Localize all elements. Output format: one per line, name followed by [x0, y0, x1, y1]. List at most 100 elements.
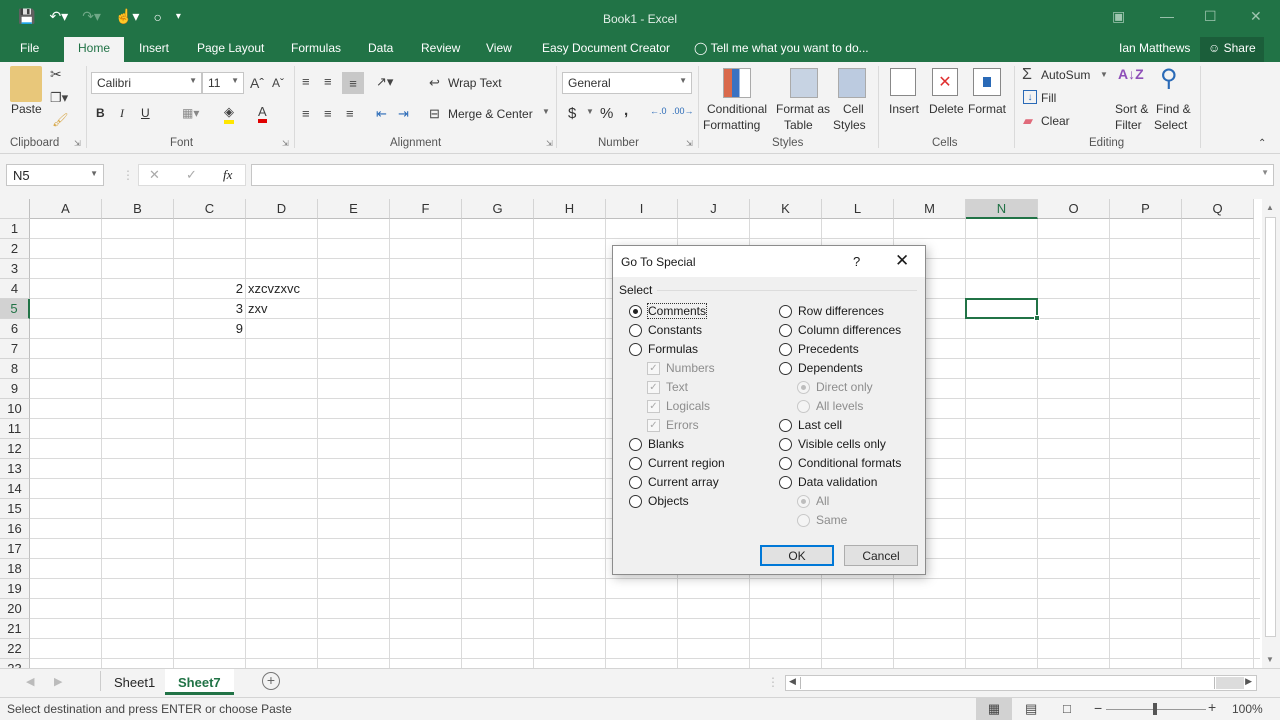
align-center-icon[interactable]: ≡	[324, 106, 332, 121]
radio-blanks[interactable]	[629, 438, 642, 451]
cell-d4[interactable]: xzcvzxvc	[248, 279, 300, 299]
tell-me-box[interactable]: ◯ Tell me what you want to do...	[694, 41, 869, 55]
font-launcher-icon[interactable]: ⇲	[282, 139, 289, 148]
alignment-launcher-icon[interactable]: ⇲	[546, 139, 553, 148]
option-label-blanks[interactable]: Blanks	[648, 437, 684, 451]
tab-home[interactable]: Home	[64, 37, 125, 62]
column-header-d[interactable]: D	[246, 199, 318, 219]
radio-row-differences[interactable]	[779, 305, 792, 318]
cancel-button[interactable]: Cancel	[844, 545, 918, 566]
scroll-right-icon[interactable]: ▶	[1245, 676, 1252, 687]
radio-column-differences[interactable]	[779, 324, 792, 337]
radio-last-cell[interactable]	[779, 419, 792, 432]
paste-button[interactable]: Paste	[11, 102, 42, 116]
column-header-j[interactable]: J	[678, 199, 750, 219]
cell-c5[interactable]: 3	[174, 299, 243, 319]
column-header-e[interactable]: E	[318, 199, 390, 219]
radio-precedents[interactable]	[779, 343, 792, 356]
cell-styles-line2[interactable]: Styles	[833, 118, 866, 132]
borders-icon[interactable]: ▦▾	[182, 106, 199, 120]
format-button[interactable]: Format	[968, 102, 1006, 116]
column-header-k[interactable]: K	[750, 199, 822, 219]
option-label-current-region[interactable]: Current region	[648, 456, 725, 470]
option-label-visible-cells-only[interactable]: Visible cells only	[798, 437, 886, 451]
column-header-f[interactable]: F	[390, 199, 462, 219]
sort-filter-line1[interactable]: Sort &	[1115, 102, 1148, 116]
next-sheet-icon[interactable]: ▶	[54, 675, 62, 688]
zoom-level[interactable]: 100%	[1232, 702, 1263, 716]
maximize-icon[interactable]: ☐	[1204, 8, 1217, 25]
bold-button[interactable]: B	[96, 106, 105, 120]
add-sheet-icon[interactable]: +	[262, 672, 280, 690]
row-header-8[interactable]: 8	[0, 359, 30, 379]
insert-function-icon[interactable]: fx	[223, 167, 232, 183]
split-grip[interactable]: ⋮	[767, 675, 779, 689]
expand-formula-bar-icon[interactable]: ▼	[1261, 168, 1269, 177]
zoom-in-icon[interactable]: +	[1208, 699, 1216, 715]
column-header-o[interactable]: O	[1038, 199, 1110, 219]
horizontal-scrollbar[interactable]: ◀ ▶	[785, 675, 1257, 691]
font-size-select[interactable]: 11 ▼	[202, 72, 244, 94]
row-header-12[interactable]: 12	[0, 439, 30, 459]
font-name-select[interactable]: Calibri ▼	[91, 72, 202, 94]
number-format-select[interactable]: General ▼	[562, 72, 692, 94]
align-right-icon[interactable]: ≡	[346, 106, 354, 121]
italic-button[interactable]: I	[120, 106, 124, 121]
fill-color-icon[interactable]: ◈	[224, 104, 234, 124]
decrease-indent-icon[interactable]: ⇤	[376, 106, 387, 122]
find-select-line2[interactable]: Select	[1154, 118, 1187, 132]
sheet-tab-sheet1[interactable]: Sheet1	[101, 669, 168, 695]
row-header-7[interactable]: 7	[0, 339, 30, 359]
percent-button[interactable]: %	[600, 105, 613, 122]
column-header-m[interactable]: M	[894, 199, 966, 219]
row-header-4[interactable]: 4	[0, 279, 30, 299]
row-header-16[interactable]: 16	[0, 519, 30, 539]
increase-font-icon[interactable]: Aˆ	[250, 75, 264, 91]
radio-comments[interactable]	[629, 305, 642, 318]
cell-styles-line1[interactable]: Cell	[843, 102, 864, 116]
formula-input[interactable]: ▼	[251, 164, 1274, 186]
cut-icon[interactable]: ✂	[50, 66, 62, 83]
row-header-6[interactable]: 6	[0, 319, 30, 339]
insert-button[interactable]: Insert	[889, 102, 919, 116]
tab-page-layout[interactable]: Page Layout	[197, 41, 264, 55]
fill-button[interactable]: Fill	[1041, 91, 1056, 105]
row-header-2[interactable]: 2	[0, 239, 30, 259]
row-header-10[interactable]: 10	[0, 399, 30, 419]
option-label-last-cell[interactable]: Last cell	[798, 418, 842, 432]
chevron-down-icon[interactable]: ▼	[1100, 70, 1108, 79]
scroll-up-icon[interactable]: ▲	[1266, 203, 1274, 212]
option-label-objects[interactable]: Objects	[648, 494, 689, 508]
radio-visible-cells-only[interactable]	[779, 438, 792, 451]
cell-d5[interactable]: zxv	[248, 299, 268, 319]
option-label-comments[interactable]: Comments	[646, 303, 708, 319]
user-name[interactable]: Ian Matthews	[1119, 41, 1190, 55]
radio-objects[interactable]	[629, 495, 642, 508]
underline-button[interactable]: U	[141, 106, 150, 120]
vertical-scrollbar[interactable]: ▲ ▼	[1262, 199, 1280, 668]
column-header-h[interactable]: H	[534, 199, 606, 219]
option-label-data-validation[interactable]: Data validation	[798, 475, 877, 489]
horizontal-scroll-thumb[interactable]	[800, 677, 1215, 689]
delete-button[interactable]: Delete	[929, 102, 964, 116]
option-label-column-differences[interactable]: Column differences	[798, 323, 901, 337]
column-header-a[interactable]: A	[30, 199, 102, 219]
share-button[interactable]: ☺ Share	[1200, 37, 1264, 62]
option-label-formulas[interactable]: Formulas	[648, 342, 698, 356]
format-as-table-line2[interactable]: Table	[784, 118, 813, 132]
sort-filter-line2[interactable]: Filter	[1115, 118, 1142, 132]
tab-data[interactable]: Data	[368, 41, 393, 55]
close-window-icon[interactable]: ✕	[1250, 8, 1262, 25]
row-header-1[interactable]: 1	[0, 219, 30, 239]
tab-formulas[interactable]: Formulas	[291, 41, 341, 55]
conditional-formatting-line2[interactable]: Formatting	[703, 118, 760, 132]
close-icon[interactable]: ✕	[895, 251, 909, 271]
radio-current-array[interactable]	[629, 476, 642, 489]
ribbon-display-options-icon[interactable]: ▣	[1112, 8, 1125, 25]
merge-center-button[interactable]: Merge & Center	[448, 107, 533, 121]
cell-c4[interactable]: 2	[174, 279, 243, 299]
scroll-down-icon[interactable]: ▼	[1266, 655, 1274, 664]
align-left-icon[interactable]: ≡	[302, 106, 310, 121]
column-header-g[interactable]: G	[462, 199, 534, 219]
row-header-17[interactable]: 17	[0, 539, 30, 559]
